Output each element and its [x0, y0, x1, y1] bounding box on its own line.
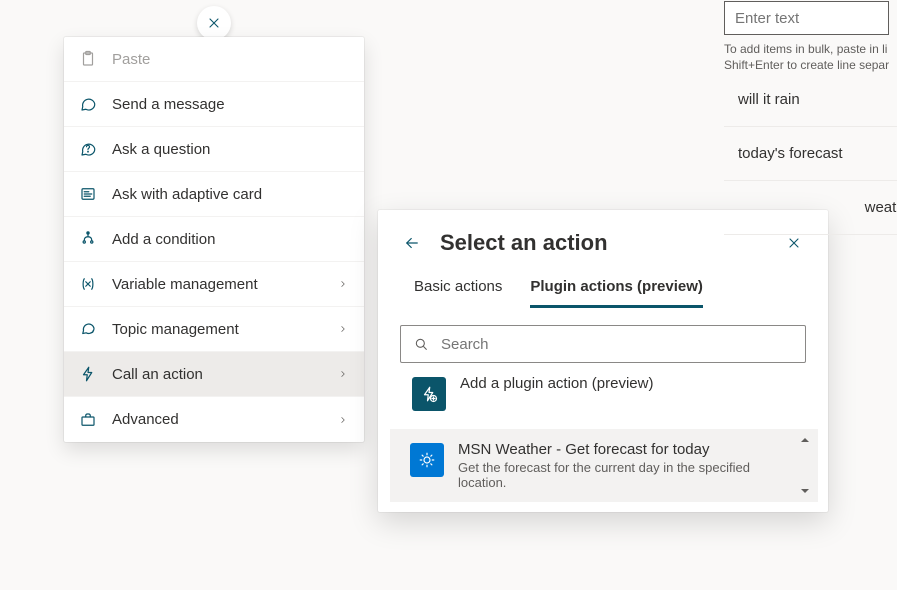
menu-label: Advanced [112, 411, 322, 428]
menu-label: Ask a question [112, 141, 350, 158]
trigger-phrases-panel: words. To add items in bulk, paste in li… [724, 0, 897, 235]
phrase-item[interactable]: weather [724, 181, 897, 235]
chevron-right-icon [336, 277, 350, 291]
weather-icon [410, 443, 444, 477]
menu-ask-question[interactable]: Ask a question [64, 127, 364, 172]
question-icon [78, 139, 98, 159]
scroll-down-icon [800, 486, 810, 496]
msn-weather-action-item[interactable]: MSN Weather - Get forecast for today Get… [390, 429, 818, 502]
scroll-up-icon [800, 435, 810, 445]
chevron-right-icon [336, 367, 350, 381]
menu-add-condition[interactable]: Add a condition [64, 217, 364, 262]
tab-basic-actions[interactable]: Basic actions [414, 278, 502, 308]
lightning-icon [78, 364, 98, 384]
node-close-button[interactable] [197, 6, 231, 40]
card-icon [78, 184, 98, 204]
paste-icon [78, 49, 98, 69]
search-box[interactable] [400, 325, 806, 363]
panel-tabs: Basic actions Plugin actions (preview) [378, 266, 828, 309]
add-plugin-icon [412, 377, 446, 411]
arrow-left-icon [403, 234, 421, 252]
menu-paste: Paste [64, 37, 364, 82]
add-plugin-action-item[interactable]: Add a plugin action (preview) [378, 363, 828, 423]
topic-icon [78, 319, 98, 339]
chevron-right-icon [336, 322, 350, 336]
briefcase-icon [78, 410, 98, 430]
menu-send-message[interactable]: Send a message [64, 82, 364, 127]
close-icon [786, 235, 802, 251]
menu-advanced[interactable]: Advanced [64, 397, 364, 442]
variable-icon [78, 274, 98, 294]
phrase-item[interactable]: will it rain [724, 73, 897, 127]
message-icon [78, 94, 98, 114]
menu-label: Topic management [112, 321, 322, 338]
menu-label: Ask with adaptive card [112, 186, 350, 203]
scroll-indicator[interactable] [800, 435, 814, 496]
search-icon [413, 336, 429, 352]
menu-label: Call an action [112, 366, 322, 383]
close-icon [206, 15, 222, 31]
phrase-item[interactable]: today's forecast [724, 127, 897, 181]
item-title: MSN Weather - Get forecast for today [458, 441, 798, 458]
menu-label: Paste [112, 51, 350, 68]
enter-text-input[interactable] [724, 1, 889, 35]
menu-topic-management[interactable]: Topic management [64, 307, 364, 352]
panel-title: Select an action [440, 230, 766, 256]
menu-variable-management[interactable]: Variable management [64, 262, 364, 307]
item-description: Get the forecast for the current day in … [458, 460, 798, 490]
select-action-panel: Select an action Basic actions Plugin ac… [378, 210, 828, 512]
branch-icon [78, 229, 98, 249]
menu-label: Variable management [112, 276, 322, 293]
menu-call-action[interactable]: Call an action [64, 352, 364, 397]
search-input[interactable] [439, 335, 793, 354]
tab-plugin-actions[interactable]: Plugin actions (preview) [530, 278, 703, 308]
panel-close-button[interactable] [784, 233, 804, 253]
context-menu: Paste Send a message Ask a question Ask … [64, 37, 364, 442]
item-title: Add a plugin action (preview) [460, 375, 794, 392]
menu-label: Send a message [112, 96, 350, 113]
menu-label: Add a condition [112, 231, 350, 248]
bulk-hint: To add items in bulk, paste in li Shift+… [724, 41, 897, 73]
chevron-right-icon [336, 413, 350, 427]
menu-ask-adaptive-card[interactable]: Ask with adaptive card [64, 172, 364, 217]
back-button[interactable] [402, 233, 422, 253]
